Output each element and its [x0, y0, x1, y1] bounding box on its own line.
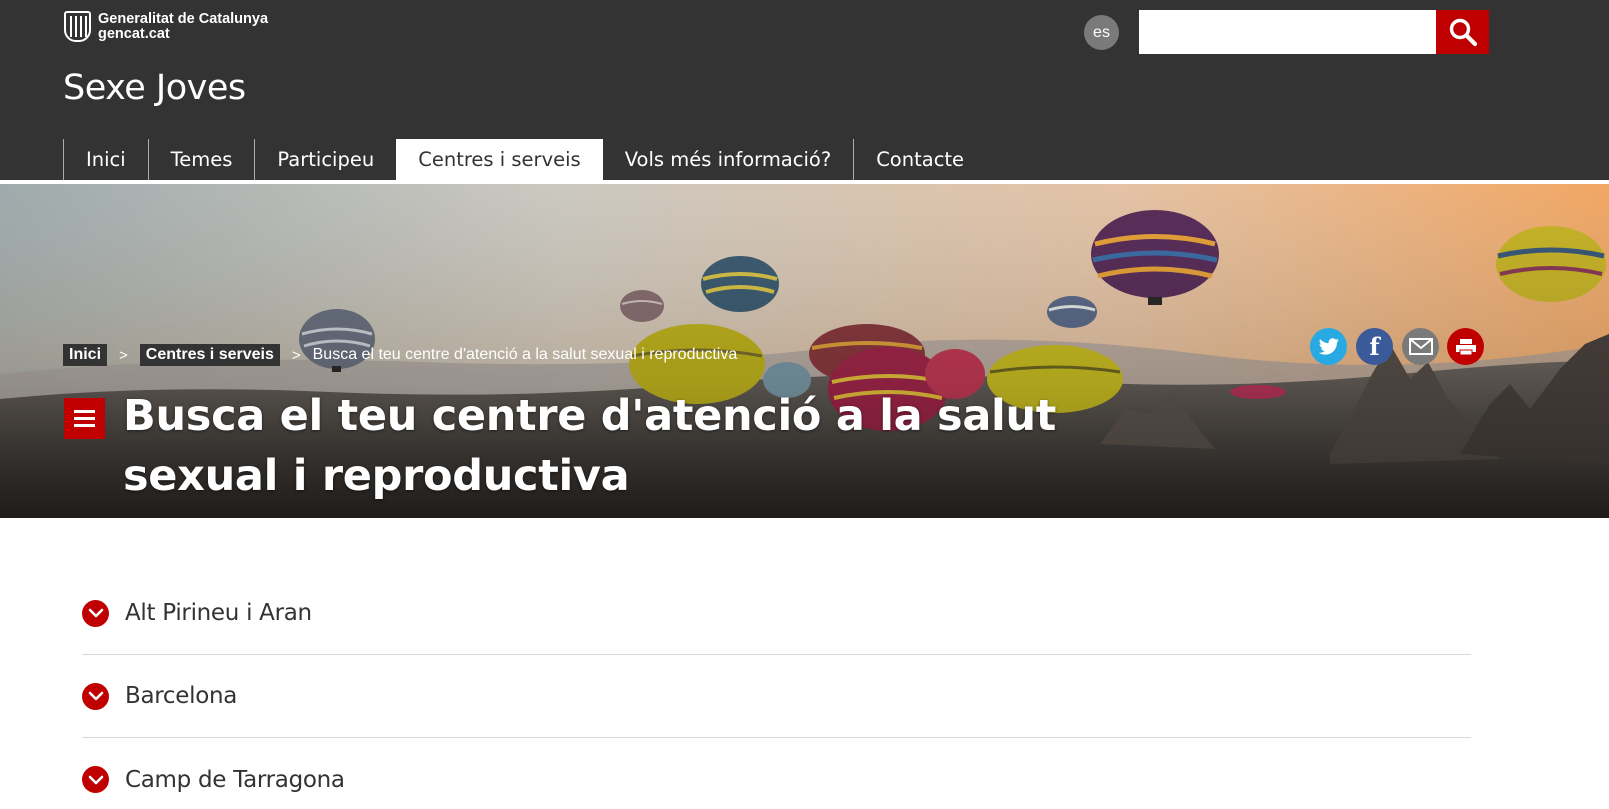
logo-line-1: Generalitat de Catalunya [98, 10, 269, 27]
gencat-logo[interactable]: Generalitat de Catalunya gencat.cat [64, 11, 268, 42]
accordion-item-camp-de-tarragona[interactable]: Camp de Tarragona [82, 738, 1471, 809]
accordion-label: Camp de Tarragona [125, 766, 345, 793]
breadcrumb-link-centres-i-serveis[interactable]: Centres i serveis [139, 344, 280, 366]
region-accordion: Alt Pirineu i Aran Barcelona Camp de Tar… [82, 572, 1471, 809]
accordion-item-alt-pirineu-i-aran[interactable]: Alt Pirineu i Aran [82, 572, 1471, 655]
nav-item-inici[interactable]: Inici [63, 139, 148, 180]
breadcrumb-link-inici[interactable]: Inici [63, 344, 108, 366]
gencat-logo-text: Generalitat de Catalunya gencat.cat [98, 10, 269, 42]
menu-icon-bar [74, 424, 95, 427]
gencat-logo-icon [64, 11, 91, 42]
page-title: Busca el teu centre d'atenció a la salut… [123, 391, 1057, 501]
breadcrumb-separator: > [119, 346, 128, 364]
nav-item-participeu[interactable]: Participeu [254, 139, 396, 180]
main-nav: Inici Temes Participeu Centres i serveis… [63, 139, 986, 180]
breadcrumb-separator: > [291, 346, 301, 364]
facebook-icon: f [1369, 332, 1380, 361]
chevron-down-icon [82, 766, 109, 793]
twitter-icon [1318, 337, 1339, 355]
accordion-label: Alt Pirineu i Aran [125, 600, 312, 626]
nav-item-temes[interactable]: Temes [147, 139, 255, 180]
nav-item-vols-mes-informacio[interactable]: Vols més informació? [603, 139, 854, 180]
print-icon [1455, 338, 1476, 355]
accordion-item-barcelona[interactable]: Barcelona [82, 655, 1471, 738]
section-menu-button[interactable] [64, 398, 105, 439]
site-title[interactable]: Sexe Joves [63, 68, 246, 108]
email-share-button[interactable] [1402, 328, 1439, 365]
facebook-share-button[interactable]: f [1356, 328, 1393, 365]
breadcrumb-current: Busca el teu centre d'atenció a la salut… [312, 346, 738, 363]
chevron-down-icon [82, 599, 109, 627]
site-header: Generalitat de Catalunya gencat.cat es S… [0, 0, 1609, 180]
breadcrumb: Inici > Centres i serveis > Busca el teu… [63, 344, 737, 366]
logo-line-2: gencat.cat [98, 25, 170, 42]
search-button[interactable] [1436, 10, 1489, 54]
accordion-label: Barcelona [125, 683, 238, 709]
language-button[interactable]: es [1084, 15, 1119, 50]
menu-icon-bar [74, 417, 95, 420]
chevron-down-icon [82, 682, 109, 710]
twitter-share-button[interactable] [1310, 328, 1347, 365]
email-icon [1408, 338, 1433, 355]
print-share-button[interactable] [1447, 328, 1484, 365]
nav-item-centres-i-serveis[interactable]: Centres i serveis [396, 139, 603, 180]
search-icon [1449, 18, 1477, 47]
menu-icon-bar [74, 410, 95, 413]
search-input[interactable] [1139, 10, 1436, 54]
nav-item-contacte[interactable]: Contacte [853, 139, 986, 180]
